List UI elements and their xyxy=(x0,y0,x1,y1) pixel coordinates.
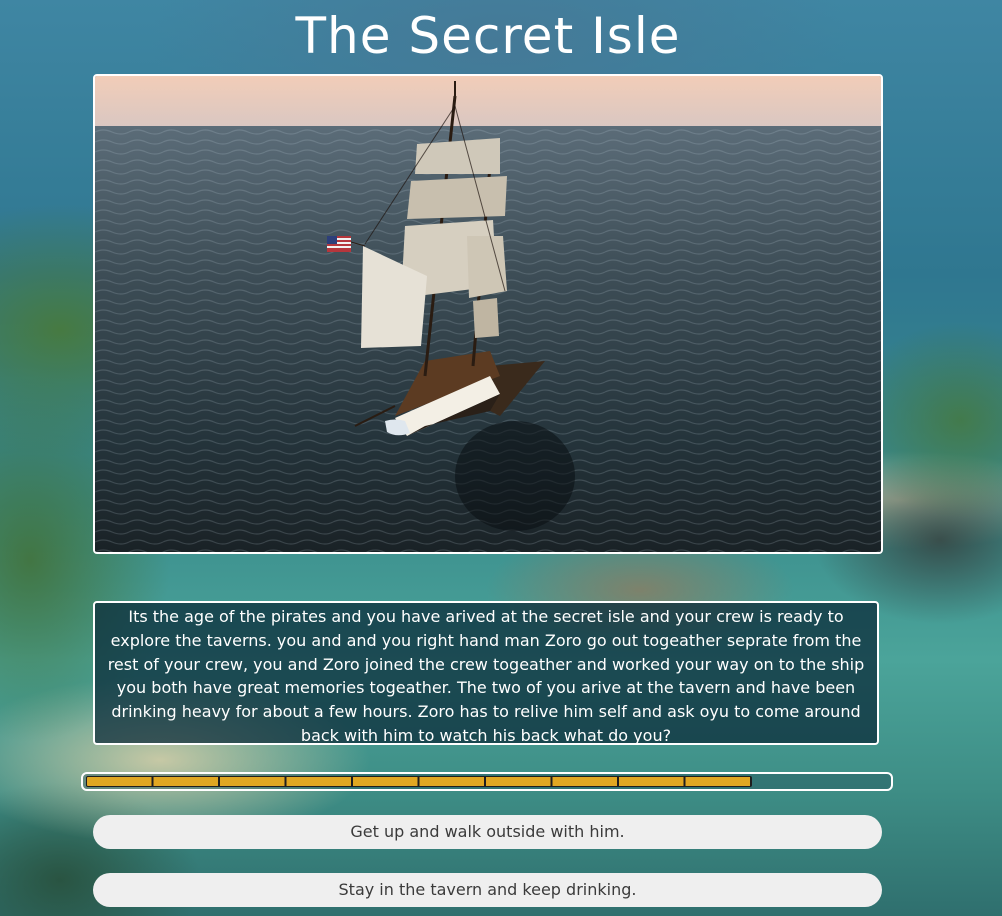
progress-fill xyxy=(86,776,752,787)
progress-bar xyxy=(81,772,893,791)
choice-keep-drinking-button[interactable]: Stay in the tavern and keep drinking. xyxy=(93,873,882,907)
choice-walk-outside-button[interactable]: Get up and walk outside with him. xyxy=(93,815,882,849)
page-title: The Secret Isle xyxy=(295,7,681,65)
ship-illustration xyxy=(95,76,881,552)
story-text: Its the age of the pirates and you have … xyxy=(93,601,879,745)
scene-image xyxy=(93,74,883,554)
